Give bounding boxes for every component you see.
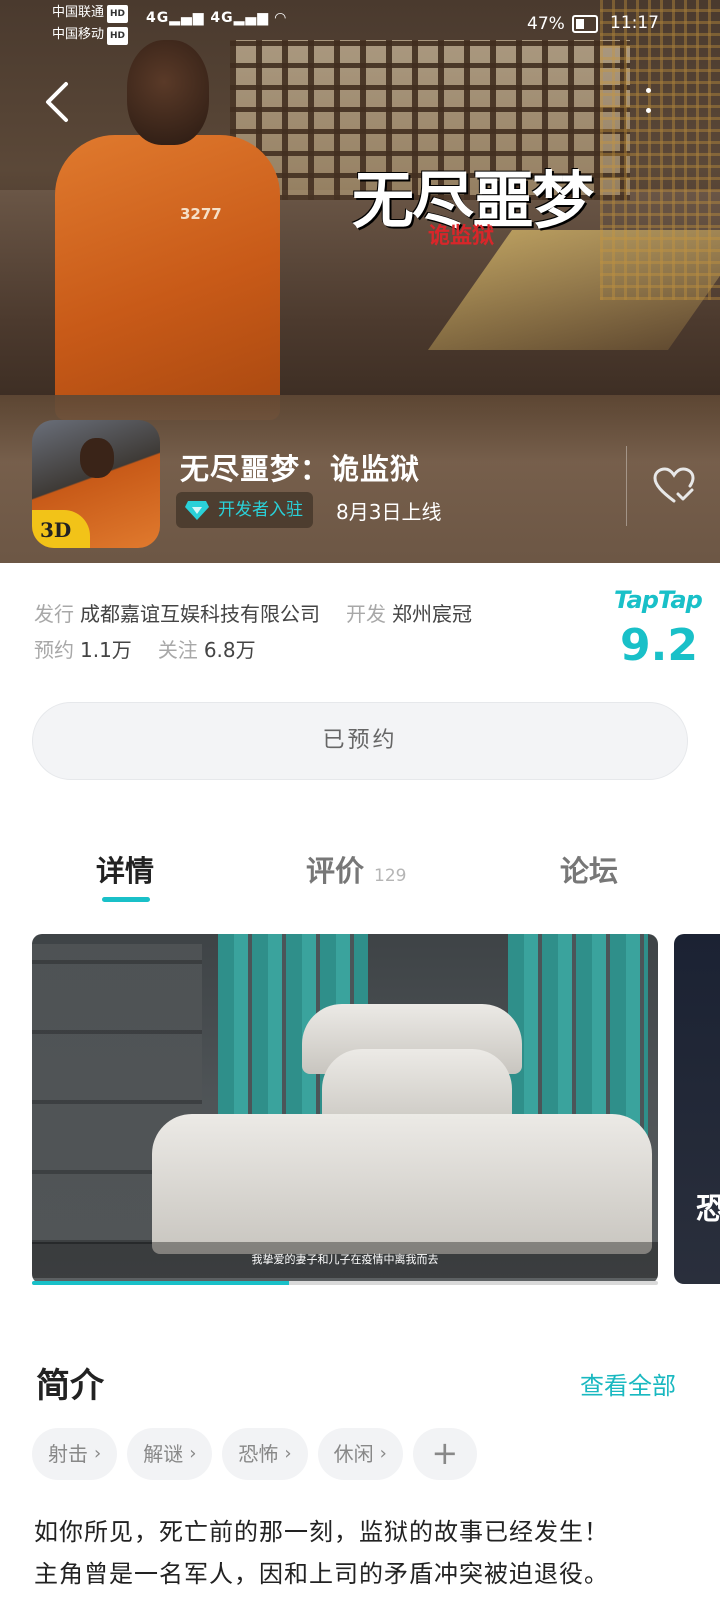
network-type: 4G — [146, 10, 170, 26]
reserved-button[interactable]: 已预约 — [32, 702, 688, 780]
view-all-link[interactable]: 查看全部 — [580, 1366, 676, 1401]
tag-label: 恐怖 — [238, 1442, 279, 1466]
screenshot-next-text: 恐 — [696, 1192, 720, 1227]
chevron-right-icon: › — [189, 1443, 197, 1464]
tag-shooting[interactable]: 射击 › — [32, 1428, 118, 1480]
more-dot-icon — [646, 108, 651, 113]
tab-forum[interactable]: 论坛 — [560, 848, 618, 890]
hero-banner: 3277 无尽噩梦 诡监狱 中国联通 HD 中国移动 HD 4G▂▄▆ 4G▂▄▆ … — [0, 0, 720, 563]
battery-percent: 47% — [527, 14, 565, 34]
divider — [626, 446, 627, 526]
tab-reviews-label: 评价 — [306, 854, 365, 888]
back-button[interactable] — [38, 78, 82, 126]
publisher-name[interactable]: 成都嘉谊互娱科技有限公司 — [80, 602, 320, 626]
tag-label: 射击 — [48, 1442, 88, 1466]
tag-puzzle[interactable]: 解谜 › — [127, 1428, 213, 1480]
screenshot-progress-fill — [32, 1281, 289, 1285]
follow-button[interactable] — [652, 466, 696, 506]
more-dot-icon — [646, 88, 651, 93]
tag-horror[interactable]: 恐怖 › — [222, 1428, 308, 1480]
active-tab-indicator — [102, 897, 150, 902]
game-icon: 3D — [32, 420, 160, 548]
signal-icon: 4G▂▄▆ 4G▂▄▆ ◠ — [146, 10, 287, 26]
carrier-1: 中国联通 HD — [52, 5, 129, 23]
developer-badge[interactable]: 开发者入驻 — [176, 492, 313, 528]
game-icon-figure — [80, 438, 114, 478]
battery-fill — [576, 19, 585, 29]
hd-badge: HD — [107, 27, 129, 45]
tab-details[interactable]: 详情 — [96, 848, 154, 890]
game-icon-3d-badge: 3D — [32, 510, 90, 548]
carrier-2-name: 中国移动 — [52, 27, 105, 42]
carrier-1-name: 中国联通 — [52, 5, 105, 20]
add-tag-button[interactable]: + — [412, 1428, 477, 1480]
back-arrow-icon — [46, 82, 68, 122]
developer-badge-label: 开发者入驻 — [218, 500, 303, 520]
chevron-right-icon: › — [379, 1443, 387, 1464]
chevron-right-icon: › — [94, 1443, 102, 1464]
developer-name[interactable]: 郑州宸冠 — [392, 602, 472, 626]
plus-icon: + — [431, 1434, 459, 1472]
carrier-2: 中国移动 HD — [52, 27, 129, 45]
prisoner-number: 3277 — [180, 205, 222, 223]
clock: 11:17 — [610, 13, 659, 33]
tab-details-label: 详情 — [96, 854, 155, 888]
screenshot-caption: 我挚爱的妻子和儿子在疫情中离我而去 — [32, 1242, 658, 1278]
intro-text-line: 主角曾是一名军人，因和上司的矛盾冲突被迫退役。 — [34, 1560, 609, 1588]
tag-casual[interactable]: 休闲 › — [317, 1428, 403, 1480]
intro-text-line: 如你所见，死亡前的那一刻，监狱的故事已经发生！ — [34, 1518, 609, 1546]
heart-check-icon — [653, 467, 695, 503]
reserve-count-label: 预约 — [34, 638, 74, 662]
intro-title: 简介 — [36, 1366, 104, 1406]
taptap-logo: TapTap — [614, 586, 703, 614]
follow-count: 6.8万 — [203, 638, 256, 662]
battery-icon — [572, 15, 598, 33]
network-type-2: 4G — [210, 10, 234, 26]
tab-reviews[interactable]: 评价 129 — [306, 848, 406, 890]
prisoner-body — [55, 135, 280, 420]
hero-logo-subtitle: 诡监狱 — [428, 223, 495, 249]
tab-reviews-count: 129 — [374, 866, 407, 886]
hero-prisoner-figure: 3277 — [55, 40, 280, 420]
tag-label: 解谜 — [143, 1442, 184, 1466]
prisoner-head — [127, 40, 209, 145]
tag-label: 休闲 — [333, 1442, 374, 1466]
screenshot-progress-bar — [32, 1281, 658, 1285]
diamond-icon — [185, 501, 209, 520]
tag-list: 射击 › 解谜 › 恐怖 › 休闲 › + — [32, 1428, 477, 1480]
follow-count-label: 关注 — [157, 638, 198, 662]
more-options-button[interactable] — [630, 80, 666, 126]
launch-date: 8月3日上线 — [336, 500, 442, 524]
chevron-right-icon: › — [284, 1443, 292, 1464]
stats-row: 预约 1.1万 关注 6.8万 — [34, 634, 256, 663]
game-title: 无尽噩梦：诡监狱 — [180, 452, 421, 486]
tab-forum-label: 论坛 — [560, 854, 619, 888]
reserve-count: 1.1万 — [80, 638, 132, 662]
publisher-label: 发行 — [34, 602, 74, 626]
status-bar: 中国联通 HD 中国移动 HD 4G▂▄▆ 4G▂▄▆ ◠ 47% 11:17 — [0, 0, 720, 50]
publisher-developer-row: 发行 成都嘉谊互娱科技有限公司 开发 郑州宸冠 — [34, 598, 472, 627]
rating-score[interactable]: 9.2 — [620, 620, 698, 671]
screenshot-carousel-item[interactable]: 我挚爱的妻子和儿子在疫情中离我而去 — [32, 934, 658, 1284]
developer-label: 开发 — [346, 602, 386, 626]
hd-badge: HD — [107, 5, 129, 23]
wifi-icon: ◠ — [274, 10, 287, 26]
screenshot-next-preview[interactable]: 恐 — [674, 934, 720, 1284]
screenshot-bed — [152, 1114, 652, 1254]
